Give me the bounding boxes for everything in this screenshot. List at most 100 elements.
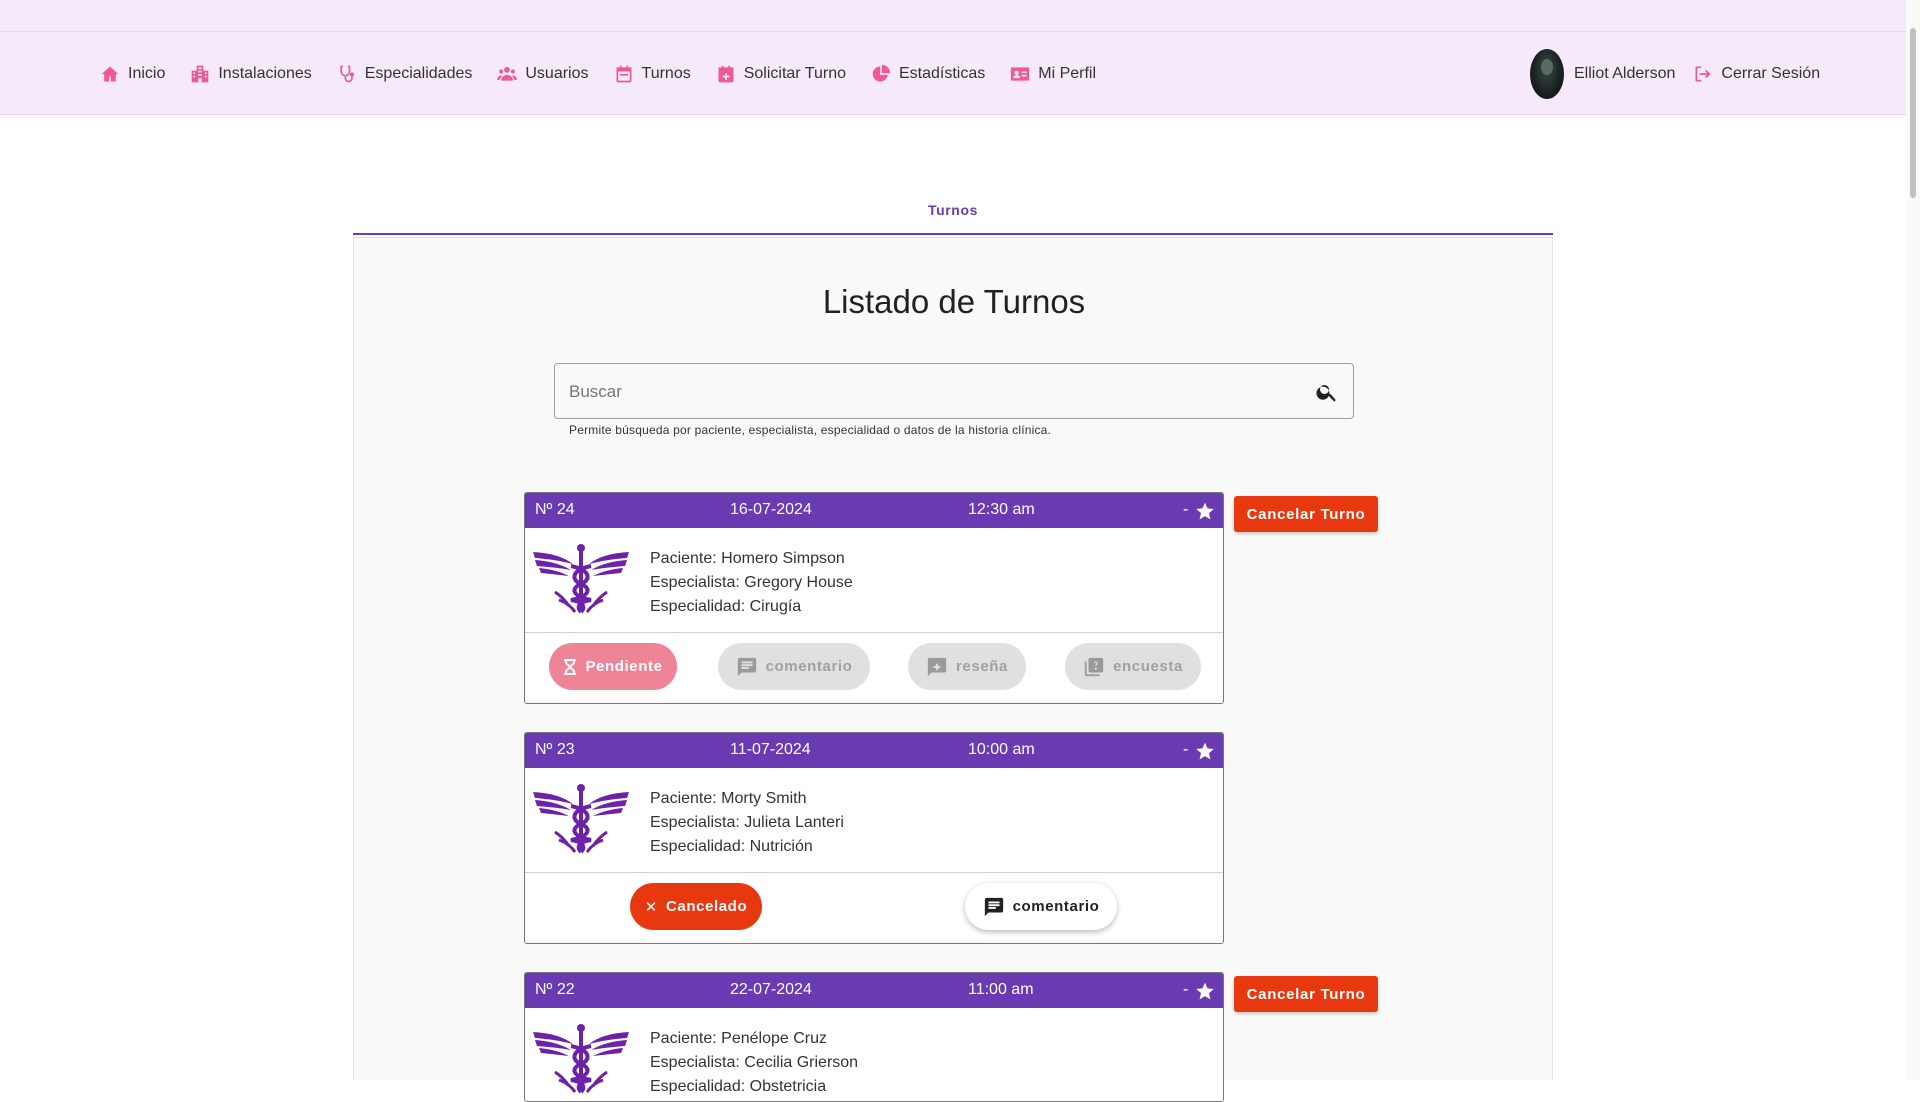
turno-body: Paciente: Penélope Cruz Especialista: Ce… (525, 1008, 1223, 1101)
turno-especialidad: Especialidad: Obstetricia (650, 1078, 827, 1095)
nav-item-usuarios[interactable]: Usuarios (497, 64, 589, 84)
page-title: Listado de Turnos (822, 283, 1086, 320)
nav-item-inicio[interactable]: Inicio (100, 64, 165, 84)
avatar[interactable] (1530, 48, 1564, 99)
turnos-panel: Listado de Turnos Permite búsqueda por p… (353, 237, 1553, 1102)
status-badge-pendiente[interactable]: Pendiente (549, 643, 677, 690)
turno-body: Paciente: Morty Smith Especialista: Juli… (525, 768, 1223, 873)
turno-actions: ✕ Cancelado comentario (525, 873, 1223, 943)
page-scrollbar[interactable] (1906, 0, 1920, 1080)
nav-item-solicitar-turno[interactable]: Solicitar Turno (716, 64, 846, 84)
encuesta-button[interactable]: encuesta (1065, 643, 1201, 690)
turno-header: Nº 24 16-07-2024 12:30 am - (525, 493, 1223, 528)
star-icon (1195, 501, 1215, 521)
status-label: Cancelado (665, 898, 748, 915)
turno-number: Nº 22 (535, 981, 575, 998)
button-label: comentario (765, 658, 853, 675)
stethoscope-icon (337, 64, 357, 84)
users-icon (497, 64, 518, 84)
nav-label: Usuarios (525, 64, 589, 82)
turno-card: Nº 24 16-07-2024 12:30 am - Paciente: Ho… (524, 492, 1224, 704)
button-label: encuesta (1113, 658, 1183, 675)
search-icon[interactable] (1315, 380, 1339, 404)
turno-details: Paciente: Homero Simpson Especialista: G… (650, 547, 853, 619)
logout-icon (1695, 66, 1711, 81)
turno-body: Paciente: Homero Simpson Especialista: G… (525, 528, 1223, 633)
turno-card: Nº 23 11-07-2024 10:00 am - Paciente: Mo… (524, 732, 1224, 944)
user-name: Elliot Alderson (1574, 64, 1676, 82)
turno-number: Nº 24 (535, 501, 575, 518)
star-icon (1195, 981, 1215, 1001)
turno-especialidad: Especialidad: Cirugía (650, 598, 802, 615)
search-input[interactable] (569, 378, 1289, 406)
tab-label: Turnos (927, 202, 978, 218)
nav-label: Inicio (128, 64, 166, 82)
turno-header: Nº 22 22-07-2024 11:00 am - (525, 973, 1223, 1008)
turno-header: Nº 23 11-07-2024 10:00 am - (525, 733, 1223, 768)
nav-item-turnos[interactable]: Turnos (614, 64, 691, 84)
caduceus-logo-icon (531, 784, 631, 856)
comment-icon (737, 657, 756, 676)
search-hint: Permite búsqueda por paciente, especiali… (569, 423, 1052, 437)
close-icon: ✕ (644, 898, 658, 916)
turno-rating: - (1183, 981, 1189, 998)
comment-icon (984, 897, 1003, 916)
nav-item-especialidades[interactable]: Especialidades (337, 64, 473, 84)
turno-paciente: Paciente: Morty Smith (650, 790, 807, 807)
building-icon (190, 64, 210, 84)
nav-item-mi-perfil[interactable]: Mi Perfil (1010, 64, 1096, 84)
turno-especialista: Especialista: Cecilia Grierson (650, 1054, 859, 1071)
nav-label: Turnos (641, 64, 691, 82)
tab-turnos[interactable]: Turnos (353, 190, 1553, 235)
calendar-icon (614, 64, 634, 84)
nav-label: Estadísticas (898, 64, 986, 82)
button-label: comentario (1012, 898, 1100, 915)
turno-rating: - (1183, 741, 1189, 758)
nav-label: Instalaciones (218, 64, 312, 82)
resena-button[interactable]: reseña (908, 643, 1026, 690)
search-field[interactable] (554, 363, 1354, 419)
cancel-turno-button[interactable]: Cancelar Turno (1234, 496, 1378, 532)
turno-date: 16-07-2024 (730, 501, 812, 518)
turno-time: 10:00 am (968, 741, 1035, 758)
id-card-icon (1010, 64, 1030, 84)
star-icon (1195, 741, 1215, 761)
status-label: Pendiente (585, 658, 663, 675)
turno-especialista: Especialista: Julieta Lanteri (650, 814, 844, 831)
comentario-button[interactable]: comentario (965, 883, 1117, 930)
house-icon (100, 64, 120, 84)
turno-details: Paciente: Penélope Cruz Especialista: Ce… (650, 1027, 858, 1099)
turno-date: 11-07-2024 (730, 741, 811, 758)
nav-label: Especialidades (364, 64, 473, 82)
nav-item-instalaciones[interactable]: Instalaciones (190, 64, 312, 84)
logout-label: Cerrar Sesión (1721, 64, 1821, 82)
user-area: Elliot Alderson Cerrar Sesión (1530, 32, 1820, 115)
nav-item-estadisticas[interactable]: Estadísticas (871, 64, 985, 84)
nav-label: Mi Perfil (1038, 64, 1097, 82)
turno-paciente: Paciente: Homero Simpson (650, 550, 845, 567)
turno-rating: - (1183, 501, 1189, 518)
main-navbar: Inicio Instalaciones Especialidades Usua… (0, 32, 1920, 115)
turno-actions: Pendiente comentario reseña encuesta (525, 633, 1223, 703)
survey-icon (1084, 657, 1104, 676)
turno-paciente: Paciente: Penélope Cruz (650, 1030, 827, 1047)
turno-details: Paciente: Morty Smith Especialista: Juli… (650, 787, 844, 859)
nav-links: Inicio Instalaciones Especialidades Usua… (100, 32, 1096, 115)
turno-especialista: Especialista: Gregory House (650, 574, 853, 591)
button-label: reseña (956, 658, 1008, 675)
calendar-plus-icon (716, 64, 736, 84)
scrollbar-thumb[interactable] (1910, 28, 1916, 198)
comentario-button[interactable]: comentario (718, 643, 870, 690)
nav-label: Solicitar Turno (743, 64, 846, 82)
status-badge-cancelado[interactable]: ✕ Cancelado (630, 883, 762, 930)
review-icon (927, 657, 947, 676)
caduceus-logo-icon (531, 544, 631, 616)
turno-date: 22-07-2024 (730, 981, 812, 998)
cancel-turno-button[interactable]: Cancelar Turno (1234, 976, 1378, 1012)
turno-number: Nº 23 (535, 741, 575, 758)
pie-chart-icon (871, 64, 891, 84)
turno-time: 12:30 am (968, 501, 1035, 518)
turno-especialidad: Especialidad: Nutrición (650, 838, 813, 855)
turno-card: Nº 22 22-07-2024 11:00 am - Paciente: Pe… (524, 972, 1224, 1102)
logout-button[interactable]: Cerrar Sesión (1693, 64, 1820, 84)
